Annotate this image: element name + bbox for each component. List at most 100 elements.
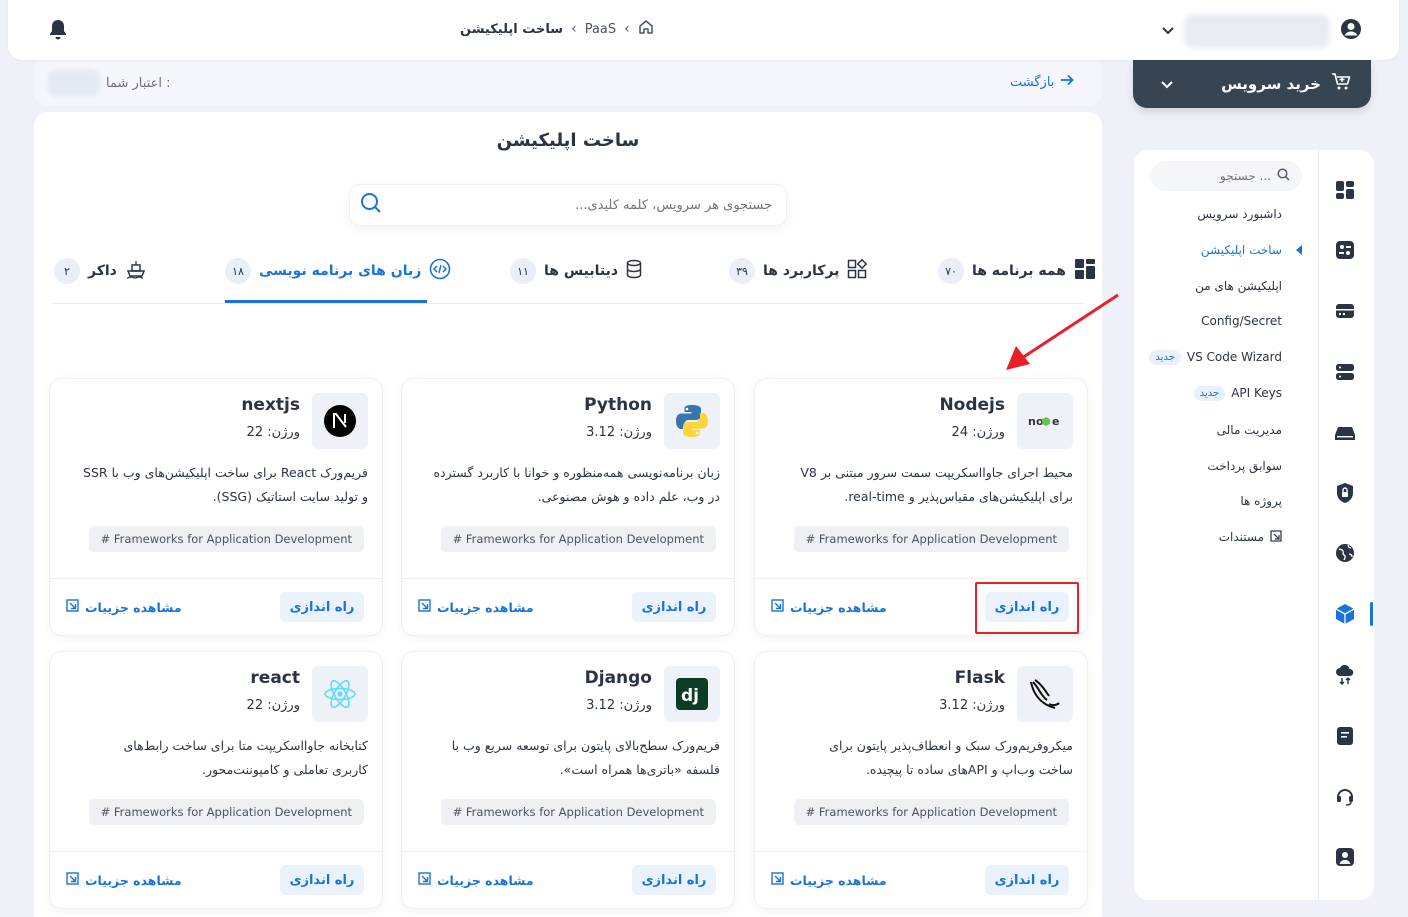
nextjs-logo-icon bbox=[312, 393, 368, 449]
app-tag: # Frameworks for Application Development bbox=[793, 526, 1069, 552]
sidebar-item-docs[interactable]: مستندات bbox=[1219, 527, 1282, 547]
app-description-line: در وب، علم داده و هوش مصنوعی. bbox=[537, 489, 720, 504]
app-description-line: میکروفریم‌ورک سبک و انعطاف‌پذیر پایتون ب… bbox=[829, 738, 1073, 753]
card-divider bbox=[402, 851, 734, 852]
app-name: Django bbox=[584, 668, 652, 688]
app-description-line: فلسفه «باتری‌ها همراه است». bbox=[559, 762, 720, 777]
arrow-right-icon bbox=[1060, 74, 1075, 90]
search-icon bbox=[1277, 168, 1290, 184]
tab-popular[interactable]: ۳۹ پرکاربرد ها bbox=[729, 258, 868, 284]
setup-button[interactable]: راه اندازی bbox=[632, 865, 716, 895]
svg-text:e: e bbox=[1052, 415, 1059, 428]
app-tag: # Frameworks for Application Development bbox=[88, 799, 364, 825]
python-logo-icon bbox=[664, 393, 720, 449]
django-logo-icon: dj bbox=[664, 666, 720, 722]
sidebar-item-vscode-wizard[interactable]: جدید VS Code Wizard bbox=[1149, 347, 1282, 367]
app-description: زبان برنامه‌نویسی همه‌منظوره و خوانا با … bbox=[416, 461, 720, 509]
sidebar-item-dashboard[interactable]: داشبورد سرویس bbox=[1197, 204, 1282, 224]
app-card: dj Django ورژن: 3.12 فریم‌ورک سطح‌بالای پای… bbox=[402, 652, 734, 908]
view-details-link[interactable]: مشاهده جزییات bbox=[418, 872, 534, 888]
app-description-line: کتابخانه جاوااسکریپت متا برای ساخت رابط‌… bbox=[123, 738, 368, 753]
view-details-label: مشاهده جزییات bbox=[790, 599, 887, 615]
breadcrumb-paas[interactable]: PaaS bbox=[585, 22, 616, 37]
app-description-line: کاربری تعاملی و کامپوننت‌محور. bbox=[202, 762, 368, 777]
cart-icon bbox=[1331, 73, 1351, 95]
card-divider bbox=[755, 578, 1087, 579]
sidebar-item-my-apps[interactable]: اپلیکیشن های من bbox=[1195, 276, 1282, 296]
external-link-icon bbox=[418, 872, 431, 888]
search-icon[interactable] bbox=[360, 192, 382, 218]
tab-docker[interactable]: ۲ داکر bbox=[54, 258, 147, 284]
buy-service-button[interactable]: خرید سرویس bbox=[1133, 60, 1371, 108]
view-details-link[interactable]: مشاهده جزییات bbox=[771, 872, 887, 888]
sidebar-search-input[interactable]: جستجو ... bbox=[1151, 161, 1302, 191]
setup-button[interactable]: راه اندازی bbox=[280, 865, 364, 895]
sidebar-item-payment-history[interactable]: سوابق پرداخت bbox=[1207, 456, 1282, 476]
app-name: react bbox=[250, 668, 300, 688]
globe-icon[interactable] bbox=[1334, 542, 1356, 564]
tab-label: زبان های برنامه نویسی bbox=[259, 263, 422, 279]
cloud-drive-icon[interactable] bbox=[1334, 422, 1356, 444]
sidebar-item-label: Config/Secret bbox=[1201, 314, 1282, 328]
sidebar-item-finance[interactable]: مدیریت مالی bbox=[1217, 420, 1282, 440]
home-icon[interactable] bbox=[638, 19, 654, 39]
tab-label: پرکاربرد ها bbox=[763, 263, 840, 279]
security-icon[interactable] bbox=[1334, 482, 1356, 504]
sidebar-item-projects[interactable]: پروژه ها bbox=[1240, 491, 1282, 511]
card-divider bbox=[755, 851, 1087, 852]
user-menu[interactable] bbox=[1162, 14, 1362, 48]
service-search-field[interactable] bbox=[350, 185, 786, 225]
tab-count: ۳۹ bbox=[729, 258, 755, 284]
app-description-line: فریم‌ورک سطح‌بالای پایتون برای توسعه سری… bbox=[451, 738, 720, 753]
back-link[interactable]: بازگشت bbox=[1010, 74, 1075, 90]
tab-count: ۱۱ bbox=[510, 258, 536, 284]
box-icon[interactable] bbox=[1334, 603, 1356, 625]
app-tag: # Frameworks for Application Development bbox=[793, 799, 1069, 825]
setup-button[interactable]: راه اندازی bbox=[985, 865, 1069, 895]
app-description-line: ساخت وب‌اپ و APIهای ساده تا پیچیده. bbox=[865, 762, 1073, 777]
sidebar-item-label: API Keys bbox=[1231, 386, 1282, 400]
view-details-link[interactable]: مشاهده جزییات bbox=[771, 599, 887, 615]
app-version: ورژن: 3.12 bbox=[586, 698, 652, 713]
setup-button[interactable]: راه اندازی bbox=[280, 592, 364, 622]
external-link-icon bbox=[1270, 529, 1282, 545]
cloud-transfer-icon[interactable] bbox=[1334, 664, 1356, 686]
view-details-link[interactable]: مشاهده جزییات bbox=[418, 599, 534, 615]
svg-text:dj: dj bbox=[681, 686, 699, 706]
sidebar-item-label: اپلیکیشن های من bbox=[1195, 279, 1282, 293]
external-link-icon bbox=[771, 872, 784, 888]
app-card: Flask ورژن: 3.12 میکروفریم‌ورک سبک و انعطا… bbox=[755, 652, 1087, 908]
dashboard-icon[interactable] bbox=[1334, 179, 1356, 201]
user-name-blurred bbox=[1184, 14, 1330, 48]
sidebar-item-config-secret[interactable]: Config/Secret bbox=[1201, 311, 1282, 331]
account-icon[interactable] bbox=[1334, 846, 1356, 868]
service-search-input[interactable] bbox=[432, 197, 772, 213]
app-description-line: برای اپلیکیشن‌های مقیاس‌پذیر و real-time… bbox=[844, 489, 1073, 504]
tab-all-apps[interactable]: ۷۰ همه برنامه ها bbox=[938, 258, 1096, 284]
tab-programming-languages[interactable]: ۱۸ زبان های برنامه نویسی bbox=[225, 258, 451, 284]
app-version: ورژن: 3.12 bbox=[939, 698, 1005, 713]
app-description-line: زبان برنامه‌نویسی همه‌منظوره و خوانا با … bbox=[433, 465, 720, 480]
document-icon[interactable] bbox=[1334, 725, 1356, 747]
server-icon[interactable] bbox=[1334, 300, 1356, 322]
setup-button[interactable]: راه اندازی bbox=[632, 592, 716, 622]
notification-bell-icon[interactable] bbox=[40, 16, 76, 44]
tab-databases[interactable]: ۱۱ دیتابیس ها bbox=[510, 258, 642, 284]
tab-count: ۷۰ bbox=[938, 258, 964, 284]
view-details-link[interactable]: مشاهده جزییات bbox=[66, 872, 182, 888]
chevron-down-icon[interactable] bbox=[1162, 24, 1174, 39]
flask-logo-icon bbox=[1017, 666, 1073, 722]
rail-active-indicator bbox=[1370, 602, 1373, 626]
sidebar-item-api-keys[interactable]: جدید API Keys bbox=[1193, 383, 1282, 403]
view-details-link[interactable]: مشاهده جزییات bbox=[66, 599, 182, 615]
highlight-box bbox=[975, 582, 1079, 634]
app-tag: # Frameworks for Application Development bbox=[440, 799, 716, 825]
sidebar-item-create-app[interactable]: ساخت اپلیکیشن bbox=[1201, 240, 1282, 260]
app-card: react ورژن: 22 کتابخانه جاوااسکریپت متا بر… bbox=[50, 652, 382, 908]
apps-icon[interactable] bbox=[1334, 239, 1356, 261]
sidebar-item-label: پروژه ها bbox=[1240, 494, 1282, 508]
app-name: Nodejs bbox=[939, 395, 1005, 415]
headset-icon[interactable] bbox=[1334, 785, 1356, 807]
app-card: nextjs ورژن: 22 فریم‌ورک React برای ساخت ا… bbox=[50, 379, 382, 635]
storage-icon[interactable] bbox=[1334, 361, 1356, 383]
